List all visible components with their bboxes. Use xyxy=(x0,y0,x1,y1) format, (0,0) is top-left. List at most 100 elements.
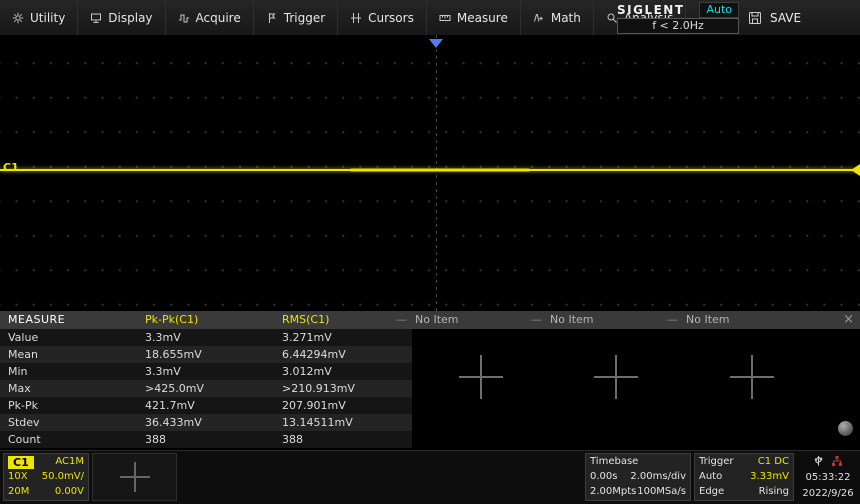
save-label: SAVE xyxy=(770,10,802,25)
measure-col-empty-3[interactable]: No Item xyxy=(686,311,730,329)
menu-label: Cursors xyxy=(368,10,414,25)
stat-value-pkpk: 421.7mV xyxy=(145,399,195,412)
system-date: 2022/9/26 xyxy=(802,488,854,499)
brand-logo: SIGLENT xyxy=(617,2,685,17)
measure-panel: MEASURE Pk-Pk(C1) RMS(C1) — No Item — No… xyxy=(0,311,860,450)
channel1-offset: 0.00V xyxy=(54,486,84,497)
measure-col-empty-2[interactable]: No Item xyxy=(550,311,594,329)
timebase-samplerate: 100MSa/s xyxy=(637,486,686,497)
widget-handle-ball-icon[interactable] xyxy=(838,421,853,436)
measure-table: Value 3.3mV 3.271mV Mean 18.655mV 6.4429… xyxy=(0,329,412,448)
stat-value-rms: 6.44294mV xyxy=(282,348,346,361)
stat-value-pkpk: 36.433mV xyxy=(145,416,202,429)
menu-measure[interactable]: Measure xyxy=(427,0,521,35)
stat-label: Mean xyxy=(8,348,38,361)
oscilloscope-screen: Utility Display Acquire Trigger Cursors … xyxy=(0,0,860,504)
channel1-probe: 10X xyxy=(8,471,28,482)
clock-area: 05:33:22 2022/9/26 xyxy=(799,453,857,501)
menu-acquire[interactable]: Acquire xyxy=(166,0,254,35)
menu-utility[interactable]: Utility xyxy=(0,0,79,35)
table-row: Stdev 36.433mV 13.14511mV xyxy=(0,414,412,431)
channel1-trace xyxy=(0,169,860,171)
save-icon xyxy=(748,11,762,25)
measure-header: MEASURE Pk-Pk(C1) RMS(C1) — No Item — No… xyxy=(0,311,860,329)
add-measurement-plus-icon[interactable] xyxy=(594,355,638,399)
trigger-mode: Auto xyxy=(699,471,723,482)
channel1-bandwidth: 20M xyxy=(8,486,30,497)
stat-value-pkpk: >425.0mV xyxy=(145,382,204,395)
acquisition-status-badge: Auto xyxy=(699,1,739,18)
stat-label: Count xyxy=(8,433,41,446)
column-separator-dash: — xyxy=(531,313,542,326)
add-channel-slot[interactable] xyxy=(92,453,177,501)
table-row: Mean 18.655mV 6.44294mV xyxy=(0,346,412,363)
stat-value-rms: >210.913mV xyxy=(282,382,355,395)
trigger-descriptor[interactable]: Trigger C1 DC Auto 3.33mV Edge Rising xyxy=(694,453,794,501)
stat-value-rms: 3.012mV xyxy=(282,365,332,378)
channel1-coupling: AC1M xyxy=(55,456,84,467)
trigger-level-marker[interactable] xyxy=(851,164,860,176)
trigger-type: Edge xyxy=(699,486,725,497)
trigger-title: Trigger xyxy=(699,456,734,467)
table-row: Value 3.3mV 3.271mV xyxy=(0,329,412,346)
add-measurement-plus-icon[interactable] xyxy=(730,355,774,399)
cursors-icon xyxy=(350,12,362,24)
stat-value-rms: 207.901mV xyxy=(282,399,346,412)
stat-value-pkpk: 3.3mV xyxy=(145,331,181,344)
add-channel-plus-icon xyxy=(119,462,150,492)
close-icon[interactable]: × xyxy=(843,311,854,329)
measure-col-rms[interactable]: RMS(C1) xyxy=(282,311,329,329)
stat-value-rms: 388 xyxy=(282,433,303,446)
timebase-delay: 0.00s xyxy=(590,471,618,482)
table-row: Pk-Pk 421.7mV 207.901mV xyxy=(0,397,412,414)
stat-label: Value xyxy=(8,331,39,344)
ruler-icon xyxy=(439,12,451,24)
lan-icon xyxy=(831,455,843,467)
menu-label: Acquire xyxy=(195,10,241,25)
channel1-descriptor[interactable]: C1 AC1M 10X 50.0mV/ 20M 0.00V xyxy=(3,453,89,501)
timebase-memory: 2.00Mpts xyxy=(590,486,637,497)
usb-icon xyxy=(813,455,824,467)
trigger-level: 3.33mV xyxy=(750,471,789,482)
brand-status-box: SIGLENT Auto f < 2.0Hz xyxy=(617,1,739,34)
bottom-status-bar: C1 AC1M 10X 50.0mV/ 20M 0.00V Timebase 0… xyxy=(0,450,860,504)
table-row: Count 388 388 xyxy=(0,431,412,448)
timebase-descriptor[interactable]: Timebase 0.00s 2.00ms/div 2.00Mpts 100MS… xyxy=(585,453,691,501)
menu-label: Measure xyxy=(456,10,508,25)
flag-icon xyxy=(266,12,278,24)
stat-value-pkpk: 18.655mV xyxy=(145,348,202,361)
add-measurement-plus-icon[interactable] xyxy=(459,355,503,399)
display-icon xyxy=(90,12,102,24)
stat-label: Min xyxy=(8,365,28,378)
stat-label: Stdev xyxy=(8,416,40,429)
menu-math[interactable]: Math xyxy=(521,0,594,35)
stat-value-rms: 13.14511mV xyxy=(282,416,353,429)
menu-label: Display xyxy=(108,10,153,25)
trigger-position-line xyxy=(436,35,437,311)
gear-icon xyxy=(12,12,24,24)
waveform-display: C1 xyxy=(0,35,860,311)
column-separator-dash: — xyxy=(396,313,407,326)
timebase-title: Timebase xyxy=(590,456,639,467)
measure-col-pkpk[interactable]: Pk-Pk(C1) xyxy=(145,311,198,329)
stat-value-pkpk: 388 xyxy=(145,433,166,446)
trigger-position-marker[interactable] xyxy=(429,39,443,48)
save-button[interactable]: SAVE xyxy=(748,0,801,35)
menu-label: Math xyxy=(550,10,581,25)
io-status-icons xyxy=(813,455,843,467)
menu-trigger[interactable]: Trigger xyxy=(254,0,339,35)
trigger-slope: Rising xyxy=(758,486,789,497)
column-separator-dash: — xyxy=(667,313,678,326)
top-menu-bar: Utility Display Acquire Trigger Cursors … xyxy=(0,0,860,35)
trigger-source: C1 DC xyxy=(757,456,789,467)
channel1-offset-marker[interactable]: C1 xyxy=(3,161,19,174)
acquire-icon xyxy=(178,12,190,24)
menu-cursors[interactable]: Cursors xyxy=(338,0,427,35)
menu-display[interactable]: Display xyxy=(78,0,166,35)
measure-col-empty-1[interactable]: No Item xyxy=(415,311,459,329)
stat-label: Pk-Pk xyxy=(8,399,38,412)
table-row: Min 3.3mV 3.012mV xyxy=(0,363,412,380)
channel1-scale: 50.0mV/ xyxy=(41,471,84,482)
measure-title: MEASURE xyxy=(8,313,66,326)
stat-label: Max xyxy=(8,382,31,395)
